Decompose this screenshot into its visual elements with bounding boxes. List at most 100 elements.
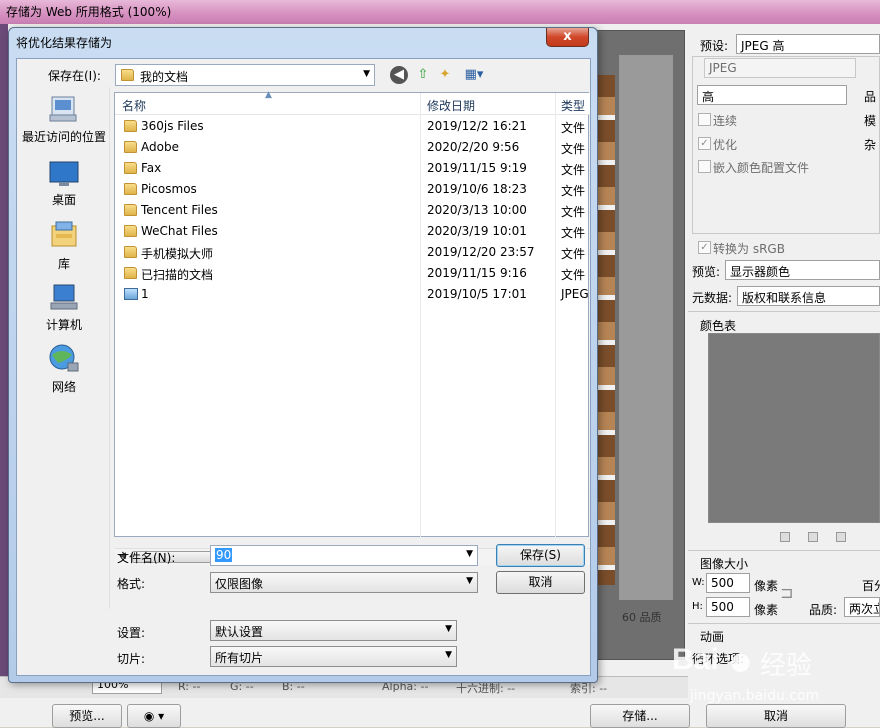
embed-profile-label: 嵌入颜色配置文件 (713, 161, 810, 175)
resample-quality-select[interactable]: 两次立 (844, 597, 880, 617)
folder-icon (124, 183, 137, 195)
up-folder-icon[interactable]: ⇧ (414, 66, 432, 84)
convert-srgb-checkbox[interactable]: ✓ (698, 241, 711, 254)
place-label: 网络 (51, 380, 76, 394)
watermark-brand: Bai (672, 643, 719, 676)
save-optimized-dialog: 将优化结果存储为 x 保存在(I): 我的文档 ▼ ◀ ⇧ ✦ ▦▾ 最近访问的… (8, 27, 598, 683)
optimized-checkbox[interactable]: ✓ (698, 137, 711, 150)
place-recent[interactable]: 最近访问的位置 (18, 95, 110, 145)
file-row[interactable]: 已扫描的文档 2019/11/15 9:16 文件 (115, 263, 590, 284)
place-label: 库 (57, 257, 70, 271)
progressive-checkbox[interactable] (698, 113, 711, 126)
blur-label-partial: 模 (864, 114, 877, 128)
chevron-down-icon: ▼ (466, 576, 473, 586)
format-select[interactable]: 仅限图像 ▼ (210, 572, 478, 593)
file-name: 360js Files (141, 119, 204, 133)
convert-srgb-label: 转换为 sRGB (713, 242, 785, 256)
file-row[interactable]: Tencent Files 2020/3/13 10:00 文件 (115, 200, 590, 221)
percent-label-partial: 百分 (862, 579, 880, 593)
file-row[interactable]: 1 2019/10/5 17:01 JPEG (115, 284, 590, 305)
format-value: 仅限图像 (215, 577, 264, 591)
settings-label: 设置: (117, 626, 146, 640)
look-in-label: 保存在(I): (48, 69, 101, 83)
web-shift-icon[interactable] (808, 532, 818, 542)
width-input[interactable]: 500 (706, 573, 750, 593)
constrain-link-icon[interactable]: ⊐ (780, 583, 793, 602)
metadata-label: 元数据: (692, 291, 733, 305)
look-in-select[interactable]: 我的文档 ▼ (115, 64, 375, 86)
file-row[interactable]: 手机模拟大师 2019/12/20 23:57 文件 (115, 242, 590, 263)
look-in-value: 我的文档 (140, 70, 189, 84)
file-list[interactable]: 名称 ▲ 修改日期 类型 360js Files 2019/12/2 16:21 文… (114, 90, 590, 565)
preview-in-browser-button[interactable]: 预览... (52, 704, 122, 728)
file-type: 文件 (561, 184, 586, 198)
file-name: Tencent Files (141, 203, 218, 217)
chevron-down-icon: ▼ (363, 69, 370, 79)
place-label: 计算机 (45, 318, 82, 332)
file-type: 文件 (561, 226, 586, 240)
preview-mode-label: 预览: (692, 265, 721, 279)
quality-preset-select[interactable]: 高 (697, 85, 847, 105)
column-header-type[interactable]: 类型 (561, 97, 585, 114)
browser-select-button[interactable]: ◉ ▾ (127, 704, 181, 728)
network-icon (49, 344, 79, 372)
folder-icon (124, 267, 137, 279)
back-icon[interactable]: ◀ (390, 66, 408, 84)
column-header-name[interactable]: 名称 (122, 97, 146, 114)
color-table (708, 333, 880, 523)
file-list-header: 名称 ▲ 修改日期 类型 (115, 90, 590, 115)
place-computer[interactable]: 计算机 (18, 283, 110, 333)
close-button[interactable]: x (546, 28, 589, 47)
slices-select[interactable]: 所有切片 ▼ (210, 646, 457, 667)
file-type: 文件 (561, 247, 586, 261)
file-date: 2019/10/6 18:23 (427, 182, 527, 196)
file-row[interactable]: Picosmos 2019/10/6 18:23 文件 (115, 179, 590, 200)
place-network[interactable]: 网络 (18, 343, 110, 395)
quality-label-partial: 品 (864, 90, 877, 104)
preset-select[interactable]: JPEG 高 (736, 34, 880, 54)
settings-value: 默认设置 (215, 625, 264, 639)
file-row[interactable]: WeChat Files 2020/3/19 10:01 文件 (115, 221, 590, 242)
lock-color-icon[interactable] (836, 532, 846, 542)
file-type: 文件 (561, 121, 586, 135)
file-row[interactable]: Fax 2019/11/15 9:19 文件 (115, 158, 590, 179)
image-size-label: 图像大小 (700, 557, 749, 571)
save-button[interactable]: 保存(S) (496, 544, 585, 567)
optimized-label: 优化 (713, 138, 738, 152)
filename-input[interactable]: 90 ▼ (210, 545, 478, 566)
height-label: H: (692, 601, 703, 612)
file-name: 手机模拟大师 (141, 247, 214, 261)
resample-quality-label: 品质: (809, 603, 838, 617)
file-date: 2020/2/20 9:56 (427, 140, 520, 154)
libraries-icon (51, 221, 77, 247)
place-label: 最近访问的位置 (21, 130, 106, 144)
preview-mode-select[interactable]: 显示器颜色 (725, 260, 880, 280)
embed-profile-checkbox[interactable] (698, 160, 711, 173)
watermark-brand2: 经验 (760, 651, 813, 681)
file-name: Picosmos (141, 182, 197, 196)
settings-select[interactable]: 默认设置 ▼ (210, 620, 457, 641)
file-row[interactable]: 360js Files 2019/12/2 16:21 文件 (115, 116, 590, 137)
format-label: 格式: (117, 577, 146, 591)
chevron-down-icon: ▼ (445, 624, 452, 634)
place-desktop[interactable]: 桌面 (18, 160, 110, 208)
map-color-icon[interactable] (780, 532, 790, 542)
height-unit: 像素 (754, 603, 779, 617)
desktop-icon (49, 161, 79, 186)
cancel-button[interactable]: 取消 (496, 571, 585, 594)
width-label: W: (692, 577, 705, 588)
dialog-title: 将优化结果存储为 (16, 36, 113, 50)
place-label: 桌面 (51, 193, 76, 207)
image-preview-thumbnail (597, 75, 615, 585)
metadata-select[interactable]: 版权和联系信息 (737, 286, 880, 306)
new-folder-icon[interactable]: ✦ (436, 66, 454, 84)
height-input[interactable]: 500 (706, 597, 750, 617)
panel-divider (688, 550, 880, 551)
close-icon: x (563, 29, 572, 44)
file-date: 2019/10/5 17:01 (427, 287, 527, 301)
file-row[interactable]: Adobe 2020/2/20 9:56 文件 (115, 137, 590, 158)
view-menu-icon[interactable]: ▦▾ (460, 66, 488, 84)
format-select[interactable]: JPEG (704, 58, 856, 78)
column-header-date[interactable]: 修改日期 (427, 97, 475, 114)
place-libraries[interactable]: 库 (18, 220, 110, 272)
